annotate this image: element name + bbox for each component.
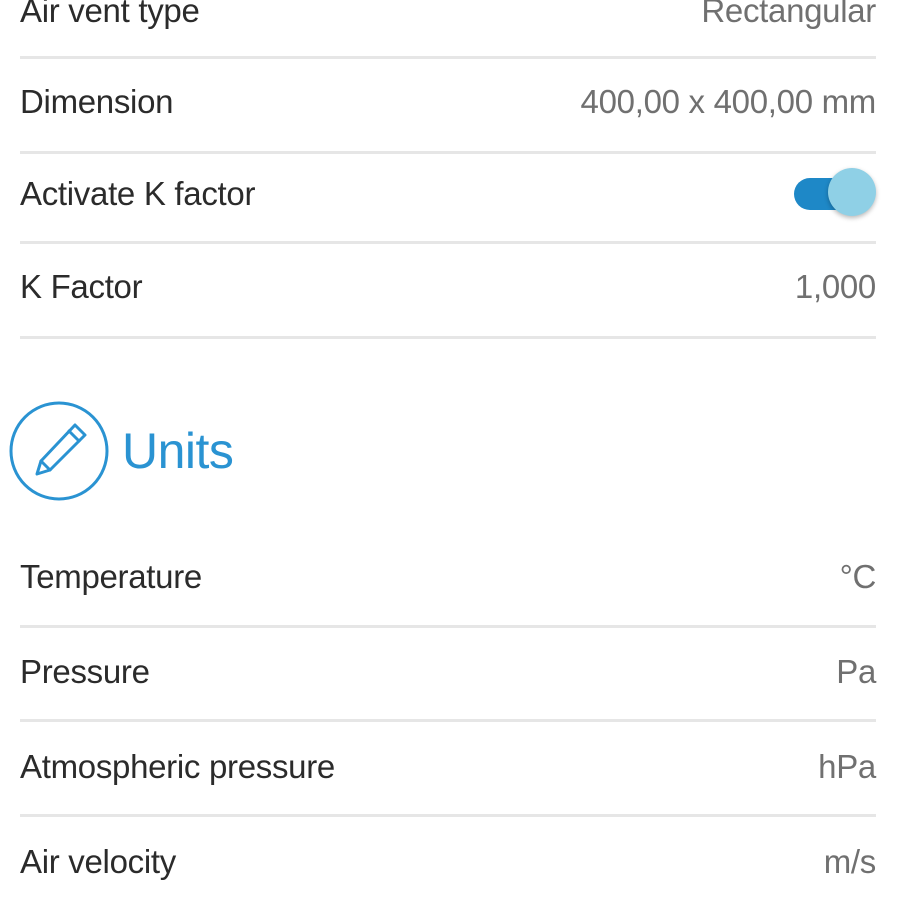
divider bbox=[20, 625, 876, 628]
dimension-row[interactable]: Dimension 400,00 x 400,00 mm bbox=[20, 79, 876, 125]
k-factor-toggle[interactable] bbox=[794, 168, 876, 220]
divider bbox=[20, 151, 876, 154]
temperature-value: °C bbox=[839, 558, 877, 595]
temperature-row[interactable]: Temperature °C bbox=[20, 554, 876, 600]
atmospheric-pressure-label: Atmospheric pressure bbox=[20, 748, 335, 785]
divider bbox=[20, 719, 876, 722]
air-vent-type-row[interactable]: Air vent type Rectangular bbox=[20, 0, 876, 34]
temperature-label: Temperature bbox=[20, 558, 202, 595]
activate-k-factor-label: Activate K factor bbox=[20, 175, 256, 212]
air-velocity-row[interactable]: Air velocity m/s bbox=[20, 839, 876, 885]
air-velocity-label: Air velocity bbox=[20, 843, 176, 880]
pressure-value: Pa bbox=[836, 653, 876, 690]
dimension-label: Dimension bbox=[20, 83, 174, 120]
air-vent-type-label: Air vent type bbox=[20, 0, 200, 29]
k-factor-value: 1,000 bbox=[794, 268, 876, 305]
divider bbox=[20, 336, 876, 339]
units-section-title: Units bbox=[122, 423, 234, 479]
k-factor-row[interactable]: K Factor 1,000 bbox=[20, 264, 876, 310]
settings-screen: Air vent type Rectangular Dimension 400,… bbox=[0, 0, 900, 900]
divider bbox=[20, 814, 876, 817]
k-factor-label: K Factor bbox=[20, 268, 143, 305]
air-velocity-value: m/s bbox=[823, 843, 877, 880]
activate-k-factor-row: Activate K factor bbox=[20, 166, 876, 222]
pressure-label: Pressure bbox=[20, 653, 150, 690]
pressure-row[interactable]: Pressure Pa bbox=[20, 649, 876, 695]
atmospheric-pressure-value: hPa bbox=[818, 748, 876, 785]
toggle-thumb bbox=[828, 168, 876, 216]
divider bbox=[20, 56, 876, 59]
air-vent-type-value: Rectangular bbox=[701, 0, 876, 29]
dimension-value: 400,00 x 400,00 mm bbox=[580, 83, 877, 120]
pencil-icon bbox=[9, 401, 109, 501]
divider bbox=[20, 241, 876, 244]
atmospheric-pressure-row[interactable]: Atmospheric pressure hPa bbox=[20, 744, 876, 790]
units-section-header: Units bbox=[8, 400, 234, 502]
